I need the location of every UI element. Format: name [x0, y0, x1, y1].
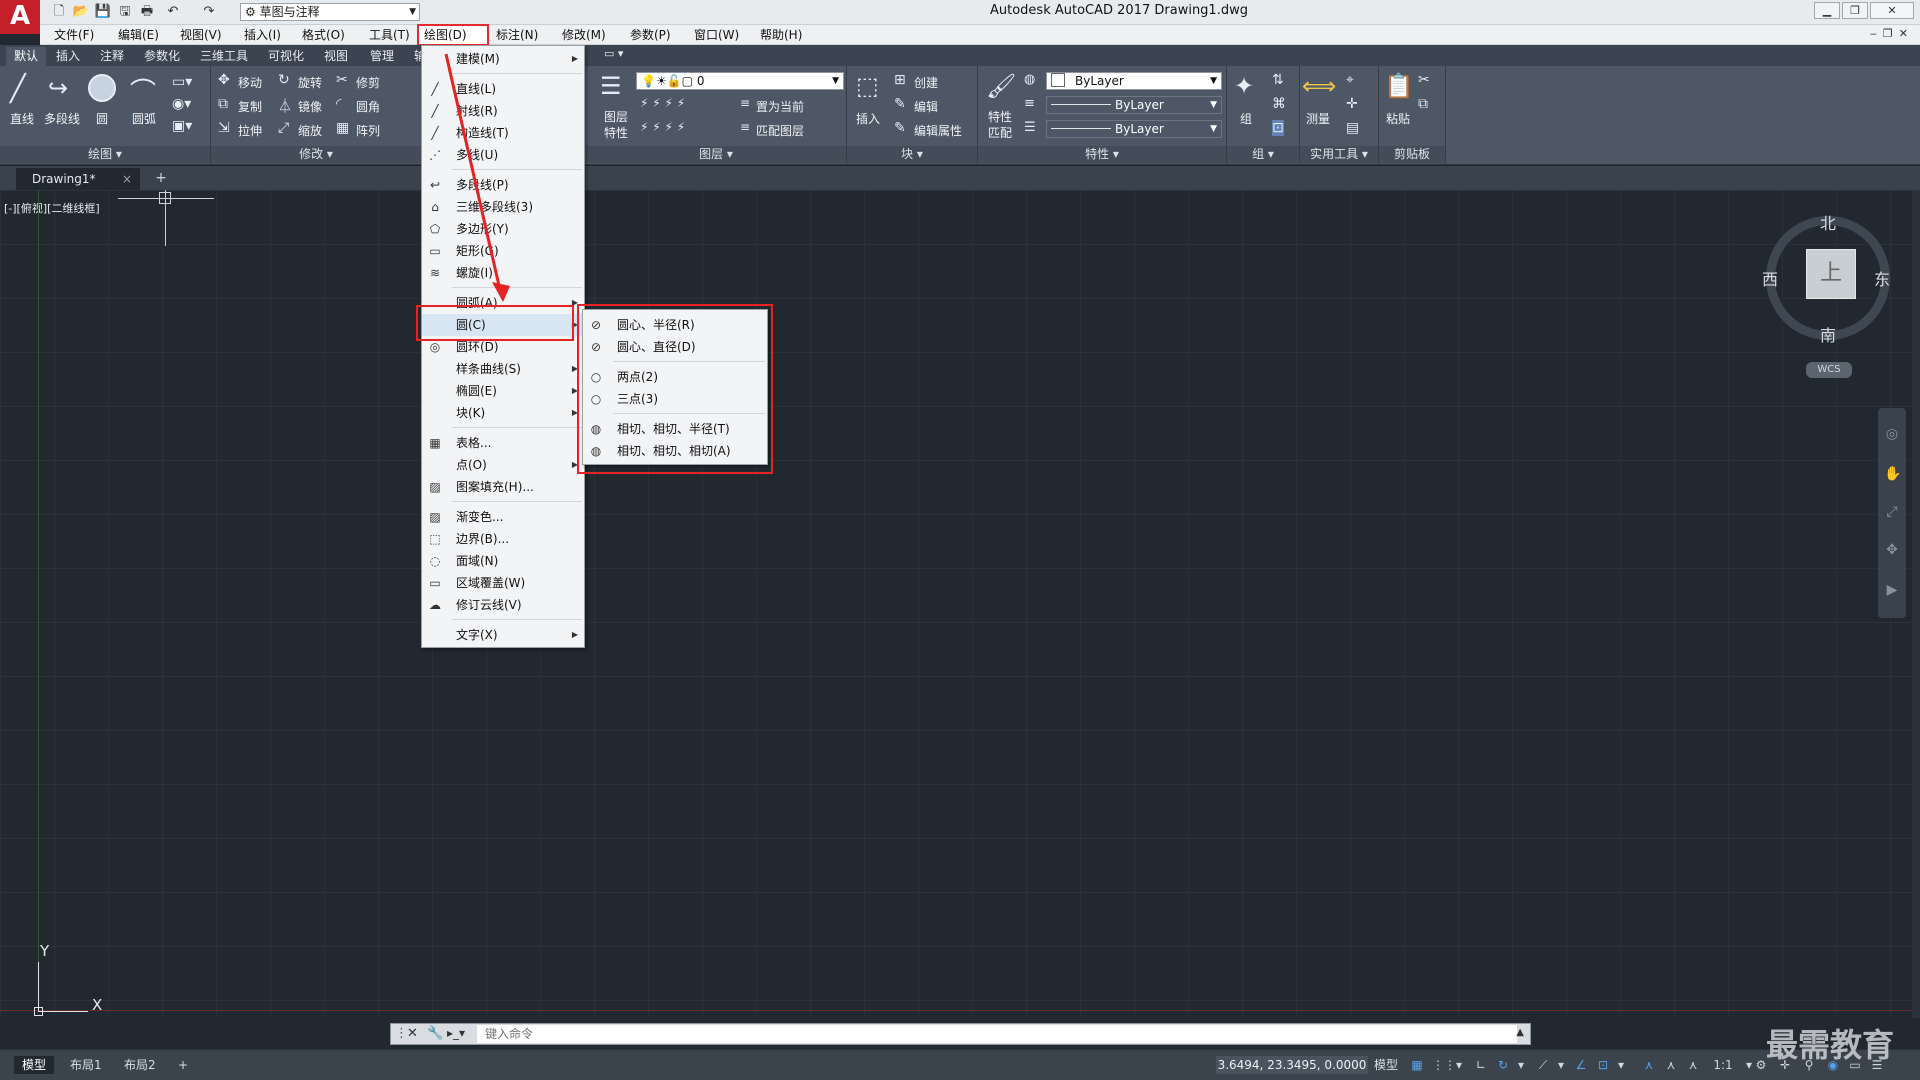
command-input[interactable]	[477, 1025, 1517, 1043]
grid-icon[interactable]: ▦	[1408, 1056, 1426, 1074]
annotation-visibility-icon[interactable]: ⋏	[1640, 1056, 1658, 1074]
add-layout-button[interactable]: +	[170, 1056, 196, 1074]
command-history-toggle-icon[interactable]: ▲	[1516, 1027, 1524, 1038]
isodraft-icon[interactable]: ⟋	[1534, 1056, 1552, 1074]
polar-dropdown-icon[interactable]: ▾	[1512, 1056, 1530, 1074]
isodraft-dropdown-icon[interactable]: ▾	[1552, 1056, 1570, 1074]
model-space-toggle[interactable]: 模型	[1370, 1056, 1402, 1074]
watermark-logo: 最需教育	[1766, 1026, 1895, 1064]
status-bar: 模型 布局1 布局2 + 3.6494, 23.3495, 0.0000 模型 …	[0, 1049, 1920, 1080]
snap-dropdown-icon[interactable]: ▾	[1450, 1056, 1468, 1074]
ortho-icon[interactable]: ∟	[1472, 1056, 1490, 1074]
layout-tab-2[interactable]: 布局2	[116, 1056, 164, 1074]
annotation-scale-icon[interactable]: ⋏	[1684, 1056, 1702, 1074]
close-command-icon[interactable]: ✕	[407, 1026, 418, 1041]
cursor-coordinates[interactable]: 3.6494, 23.3495, 0.0000	[1216, 1056, 1368, 1074]
osnap-dropdown-icon[interactable]: ▾	[1612, 1056, 1630, 1074]
layout-tab-model[interactable]: 模型	[14, 1056, 55, 1074]
layout-tab-1[interactable]: 布局1	[62, 1056, 110, 1074]
command-line: ⋮ ✕ 🔧 ▸_▾ ▲	[390, 1023, 1531, 1045]
recent-commands-icon[interactable]: ▸_▾	[447, 1026, 465, 1040]
snap-icon[interactable]: ⋮⋮	[1432, 1056, 1456, 1074]
customize-wrench-icon[interactable]: 🔧	[427, 1026, 443, 1041]
auto-scale-icon[interactable]: ⋏	[1662, 1056, 1680, 1074]
polar-tracking-icon[interactable]: ↻	[1494, 1056, 1512, 1074]
annotation-arrow	[444, 53, 510, 302]
annotation-scale-value[interactable]: 1:1	[1708, 1056, 1738, 1074]
object-snap-tracking-icon[interactable]: ∠	[1572, 1056, 1590, 1074]
object-snap-icon[interactable]: ⊡	[1594, 1056, 1612, 1074]
